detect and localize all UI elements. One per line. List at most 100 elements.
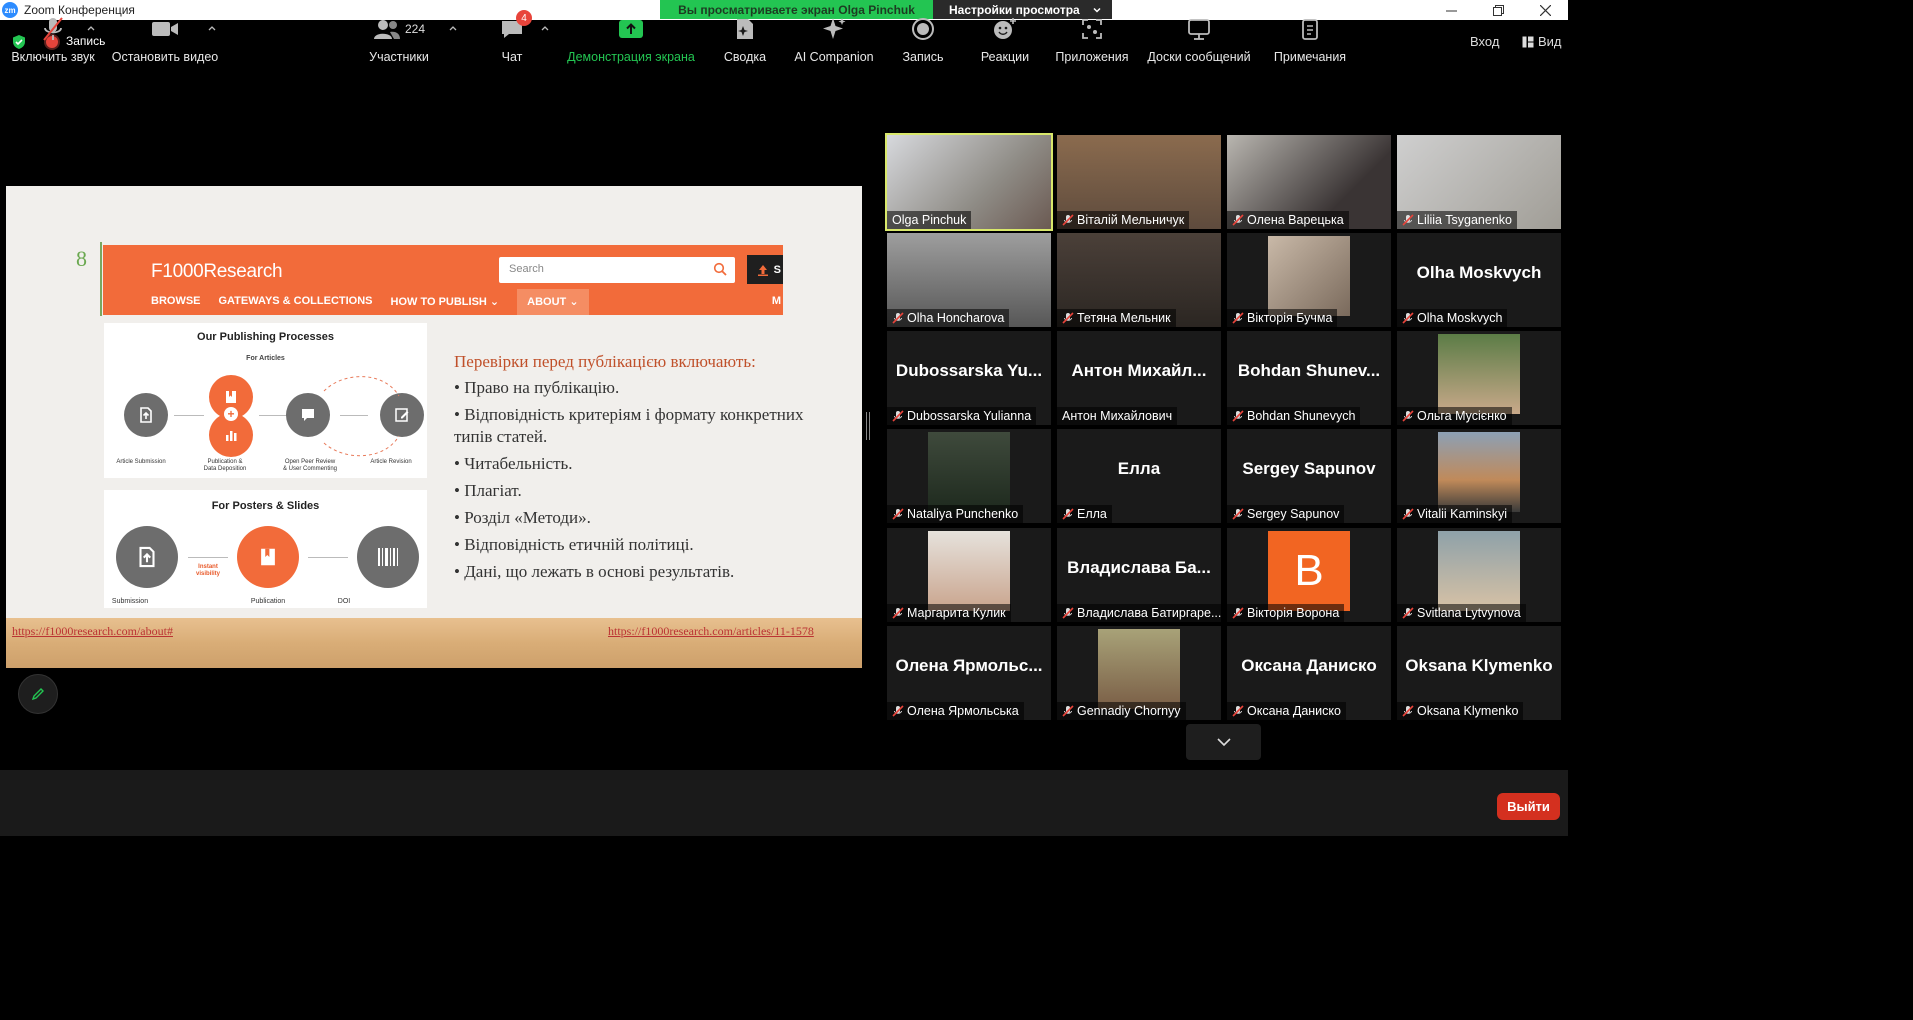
participant-tile[interactable]: Olha Moskvych Olha Moskvych — [1397, 233, 1561, 327]
participants-label: Участники — [369, 50, 429, 64]
participant-tile[interactable]: Олена Варецька — [1227, 135, 1391, 229]
poster-publication-circle — [237, 526, 299, 588]
muted-mic-icon — [1062, 508, 1074, 520]
participant-avatar-photo — [928, 432, 1010, 512]
participant-tile[interactable]: Елла Елла — [1057, 429, 1221, 523]
muted-mic-icon — [1402, 410, 1414, 422]
participant-tile[interactable]: Nataliya Punchenko — [887, 429, 1051, 523]
audio-options-caret-icon[interactable] — [87, 24, 95, 32]
whiteboards-button[interactable]: Доски сообщений — [1146, 16, 1252, 64]
upload-doc-icon — [140, 407, 152, 423]
participant-tile[interactable]: Olga Pinchuk — [885, 133, 1053, 231]
next-page-button[interactable] — [1186, 724, 1261, 760]
notes-button[interactable]: Примечания — [1272, 16, 1348, 64]
enter-button[interactable]: Вход — [1470, 34, 1499, 49]
participant-name: Віталій Мельничук — [1077, 213, 1185, 227]
participant-avatar-photo — [1438, 531, 1520, 611]
muted-mic-icon — [1232, 312, 1244, 324]
plus-icon: + — [224, 407, 238, 421]
poster-step-submission: Submission — [111, 598, 149, 605]
slide-bullet: • Відповідність критеріям і формату конк… — [454, 405, 804, 446]
participant-tile[interactable]: Liliia Tsyganenko — [1397, 135, 1561, 229]
slide-accent-line — [100, 242, 102, 316]
participant-tile[interactable]: Віталій Мельничук — [1057, 135, 1221, 229]
participant-tile[interactable]: Владислава Ба... Владислава Батиргаре... — [1057, 528, 1221, 622]
participant-name: Olha Moskvych — [1417, 311, 1503, 325]
stop-video-label: Остановить видео — [111, 50, 219, 64]
participant-tile[interactable]: Вікторія Бучма — [1227, 233, 1391, 327]
site-search-box: Search — [499, 257, 735, 283]
share-screen-button[interactable]: Демонстрация экрана — [564, 16, 698, 64]
participant-tile[interactable]: Оксана Даниско Оксана Даниско — [1227, 626, 1391, 720]
muted-mic-icon — [1062, 312, 1074, 324]
participant-name-label: Антон Михайлович — [1057, 407, 1178, 425]
participant-name: Ольга Мусієнко — [1417, 409, 1507, 423]
apps-button[interactable]: Приложения — [1054, 16, 1130, 64]
participant-tile[interactable]: B Вікторія Ворона — [1227, 528, 1391, 622]
participant-name: Вікторія Ворона — [1247, 606, 1340, 620]
video-options-caret-icon[interactable] — [208, 24, 216, 32]
summary-button[interactable]: Сводка — [720, 16, 770, 64]
chat-button[interactable]: 4 Чат — [494, 10, 532, 64]
barcode-icon — [378, 548, 398, 566]
participant-name: Svitlana Lytvynova — [1417, 606, 1521, 620]
view-button[interactable]: Вид — [1522, 34, 1562, 49]
minimize-button[interactable] — [1428, 0, 1474, 20]
participant-tile[interactable]: Bohdan Shunev... Bohdan Shunevych — [1227, 331, 1391, 425]
muted-mic-icon — [1402, 705, 1414, 717]
whiteboards-label: Доски сообщений — [1147, 50, 1251, 64]
participant-name: Владислава Батиргаре... — [1077, 606, 1221, 620]
unmute-button[interactable]: Включить звук — [8, 16, 98, 64]
participant-tile[interactable]: Олена Ярмольс... Олена Ярмольська — [887, 626, 1051, 720]
participant-tile[interactable]: Маргарита Кулик — [887, 528, 1051, 622]
participants-caret-icon[interactable] — [449, 24, 457, 32]
chat-caret-icon[interactable] — [541, 24, 549, 32]
publishing-process-panel: Our Publishing Processes For Articles + … — [104, 323, 427, 478]
muted-mic-icon — [1062, 607, 1074, 619]
participant-tile[interactable]: Ольга Мусієнко — [1397, 331, 1561, 425]
ai-companion-button[interactable]: AI Companion — [792, 16, 876, 64]
slide-link-about[interactable]: https://f1000research.com/about# — [12, 624, 173, 639]
participant-name-label: Olga Pinchuk — [887, 211, 972, 229]
slide-bullet: • Відповідність етичній політиці. — [454, 535, 694, 554]
process-arrow — [188, 557, 228, 558]
split-view-handle[interactable] — [866, 412, 870, 440]
participant-tile[interactable]: Oksana Klymenko Oksana Klymenko — [1397, 626, 1561, 720]
stop-video-button[interactable]: Остановить видео — [110, 16, 220, 64]
participant-tile[interactable]: Тетяна Мельник — [1057, 233, 1221, 327]
participant-tile[interactable]: Vitalii Kaminskyi — [1397, 429, 1561, 523]
shared-screen[interactable]: 8 F1000Research Search S BROWSE GATEWAYS… — [6, 186, 862, 668]
ai-companion-label: AI Companion — [794, 50, 874, 64]
participant-tile[interactable]: Антон Михайл... Антон Михайлович — [1057, 331, 1221, 425]
summary-label: Сводка — [723, 50, 767, 64]
participant-avatar-photo — [1438, 334, 1520, 414]
slide-link-article[interactable]: https://f1000research.com/articles/11-15… — [608, 624, 814, 639]
participant-name-label: Олена Ярмольська — [887, 702, 1024, 720]
apps-icon — [1082, 19, 1102, 39]
participant-tile[interactable]: Olha Honcharova — [887, 233, 1051, 327]
participants-button[interactable]: 224 Участники — [364, 16, 434, 64]
reactions-button[interactable]: Реакции — [978, 16, 1032, 64]
participant-name: Вікторія Бучма — [1247, 311, 1333, 325]
participant-tile[interactable]: Dubossarska Yu... Dubossarska Yulianna — [887, 331, 1051, 425]
restore-button[interactable] — [1475, 0, 1521, 20]
minimize-icon — [1445, 10, 1457, 11]
slide-heading: Перевірки перед публікацією включають: — [454, 352, 756, 371]
muted-mic-icon — [1232, 705, 1244, 717]
reactions-label: Реакции — [980, 50, 1030, 64]
poster-step-publication: Publication — [250, 598, 286, 605]
participant-name-label: Віталій Мельничук — [1057, 211, 1190, 229]
muted-mic-icon — [1232, 214, 1244, 226]
close-button[interactable] — [1522, 0, 1568, 20]
participant-name-label: Vitalii Kaminskyi — [1397, 505, 1513, 523]
chevron-down-icon — [1093, 7, 1101, 13]
leave-meeting-button[interactable]: Выйти — [1497, 793, 1560, 820]
participant-tile[interactable]: Svitlana Lytvynova — [1397, 528, 1561, 622]
annotate-button[interactable] — [18, 674, 58, 714]
participant-tile[interactable]: Gennadiy Chornyy — [1057, 626, 1221, 720]
record-button[interactable]: Запись — [898, 16, 948, 64]
record-icon — [912, 18, 934, 40]
participant-name: Vitalii Kaminskyi — [1417, 507, 1508, 521]
whiteboard-icon — [1188, 19, 1210, 40]
participant-tile[interactable]: Sergey Sapunov Sergey Sapunov — [1227, 429, 1391, 523]
